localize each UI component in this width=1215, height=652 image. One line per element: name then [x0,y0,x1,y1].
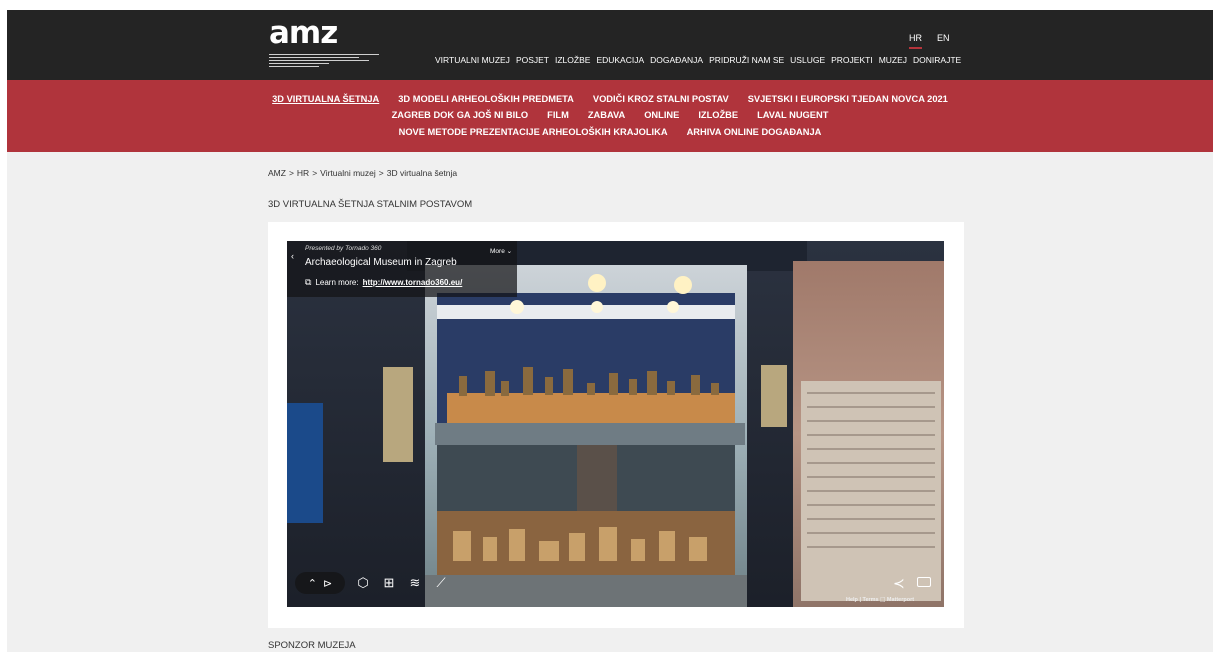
sub-nav-row: 3D VIRTUALNA ŠETNJA 3D MODELI ARHEOLOŠKI… [7,94,1213,104]
subnav-arhiva[interactable]: ARHIVA ONLINE DOGAĐANJA [687,127,822,137]
logo-lines [269,54,379,69]
nav-pridruzi[interactable]: PRIDRUŽI NAM SE [709,55,784,65]
breadcrumb-separator: > [288,168,294,178]
logo-text: amz [269,15,338,51]
breadcrumb: AMZ > HR > Virtualni muzej > 3D virtualn… [268,168,457,178]
lang-hr[interactable]: HR [909,33,922,49]
nav-projekti[interactable]: PROJEKTI [831,55,873,65]
learn-more-link[interactable]: http://www.tornado360.eu/ [363,278,463,287]
nav-dogadanja[interactable]: DOGAĐANJA [650,55,703,65]
breadcrumb-separator: > [378,168,384,178]
sponsor-heading: SPONZOR MUZEJA [268,640,356,651]
viewer-footer-links[interactable]: Help | Terms ⬚ Matterport [846,597,914,603]
sub-nav-row: ZAGREB DOK GA JOŠ NI BILO FILM ZABAVA ON… [7,110,1213,120]
learn-more-row: ⧉ Learn more: http://www.tornado360.eu/ [305,277,462,288]
more-button[interactable]: More ⌄ [490,247,512,255]
lang-en[interactable]: EN [937,33,950,43]
breadcrumb-virtualni-muzej[interactable]: Virtualni muzej [320,168,376,178]
subnav-izlozbe[interactable]: IZLOŽBE [698,110,738,120]
subnav-nove-metode[interactable]: NOVE METODE PREZENTACIJE ARHEOLOŠKIH KRA… [399,127,668,137]
nav-izlozbe[interactable]: IZLOŽBE [555,55,590,65]
amz-logo[interactable]: amz [269,18,389,68]
floorplan-icon[interactable]: ⊞ [381,575,397,591]
subnav-film[interactable]: FILM [547,110,569,120]
subnav-zabava[interactable]: ZABAVA [588,110,625,120]
subnav-3d-modeli[interactable]: 3D MODELI ARHEOLOŠKIH PREDMETA [398,94,574,104]
play-icon[interactable]: ⊳ [323,577,332,590]
share-icon[interactable]: ≺ [893,575,905,592]
nav-donirajte[interactable]: DONIRAJTE [913,55,961,65]
main-nav: VIRTUALNI MUZEJ POSJET IZLOŽBE EDUKACIJA… [435,55,961,65]
site-header: amz HR EN VIRTUALNI MUZEJ POSJET IZLOŽBE… [7,10,1213,80]
tour-controls-pill: ⌃ ⊳ [295,572,345,594]
measure-icon[interactable]: ⟋ [433,575,449,591]
viewer-controls: ⌃ ⊳ ⬡ ⊞ ≋ ⟋ [295,571,449,595]
subnav-3d-setnja[interactable]: 3D VIRTUALNA ŠETNJA [272,94,379,104]
chevron-left-icon[interactable]: ‹ [291,251,294,261]
external-link-icon: ⧉ [305,277,312,287]
sub-nav: 3D VIRTUALNA ŠETNJA 3D MODELI ARHEOLOŠKI… [7,80,1213,152]
floors-icon[interactable]: ≋ [407,575,423,591]
sub-nav-row: NOVE METODE PREZENTACIJE ARHEOLOŠKIH KRA… [7,127,1213,137]
nav-virtualni-muzej[interactable]: VIRTUALNI MUZEJ [435,55,510,65]
subnav-laval-nugent[interactable]: LAVAL NUGENT [757,110,828,120]
subnav-tjedan-novca[interactable]: SVJETSKI I EUROPSKI TJEDAN NOVCA 2021 [748,94,948,104]
nav-edukacija[interactable]: EDUKACIJA [596,55,644,65]
breadcrumb-current: 3D virtualna šetnja [386,168,458,178]
subnav-vodici[interactable]: VODIČI KROZ STALNI POSTAV [593,94,729,104]
nav-posjet[interactable]: POSJET [516,55,549,65]
breadcrumb-hr[interactable]: HR [297,168,309,178]
vr-icon[interactable] [917,577,931,587]
breadcrumb-amz[interactable]: AMZ [268,168,286,178]
nav-muzej[interactable]: MUZEJ [879,55,907,65]
subnav-online[interactable]: ONLINE [644,110,679,120]
learn-more-label: Learn more: [315,278,359,287]
chevron-up-icon[interactable]: ⌃ [308,577,317,590]
page-background: amz HR EN VIRTUALNI MUZEJ POSJET IZLOŽBE… [7,10,1213,652]
breadcrumb-separator: > [312,168,318,178]
matterport-viewer[interactable]: ‹ Presented by Tornado 360 More ⌄ Archae… [287,241,944,607]
dollhouse-icon[interactable]: ⬡ [355,575,371,591]
presented-by: Presented by Tornado 360 [305,245,382,252]
subnav-zagreb[interactable]: ZAGREB DOK GA JOŠ NI BILO [392,110,529,120]
venue-title: Archaeological Museum in Zagreb [305,257,457,268]
viewer-card: ‹ Presented by Tornado 360 More ⌄ Archae… [268,222,964,628]
presenter-infobox: ‹ Presented by Tornado 360 More ⌄ Archae… [287,241,517,297]
page-title: 3D VIRTUALNA ŠETNJA STALNIM POSTAVOM [268,199,473,210]
nav-usluge[interactable]: USLUGE [790,55,825,65]
